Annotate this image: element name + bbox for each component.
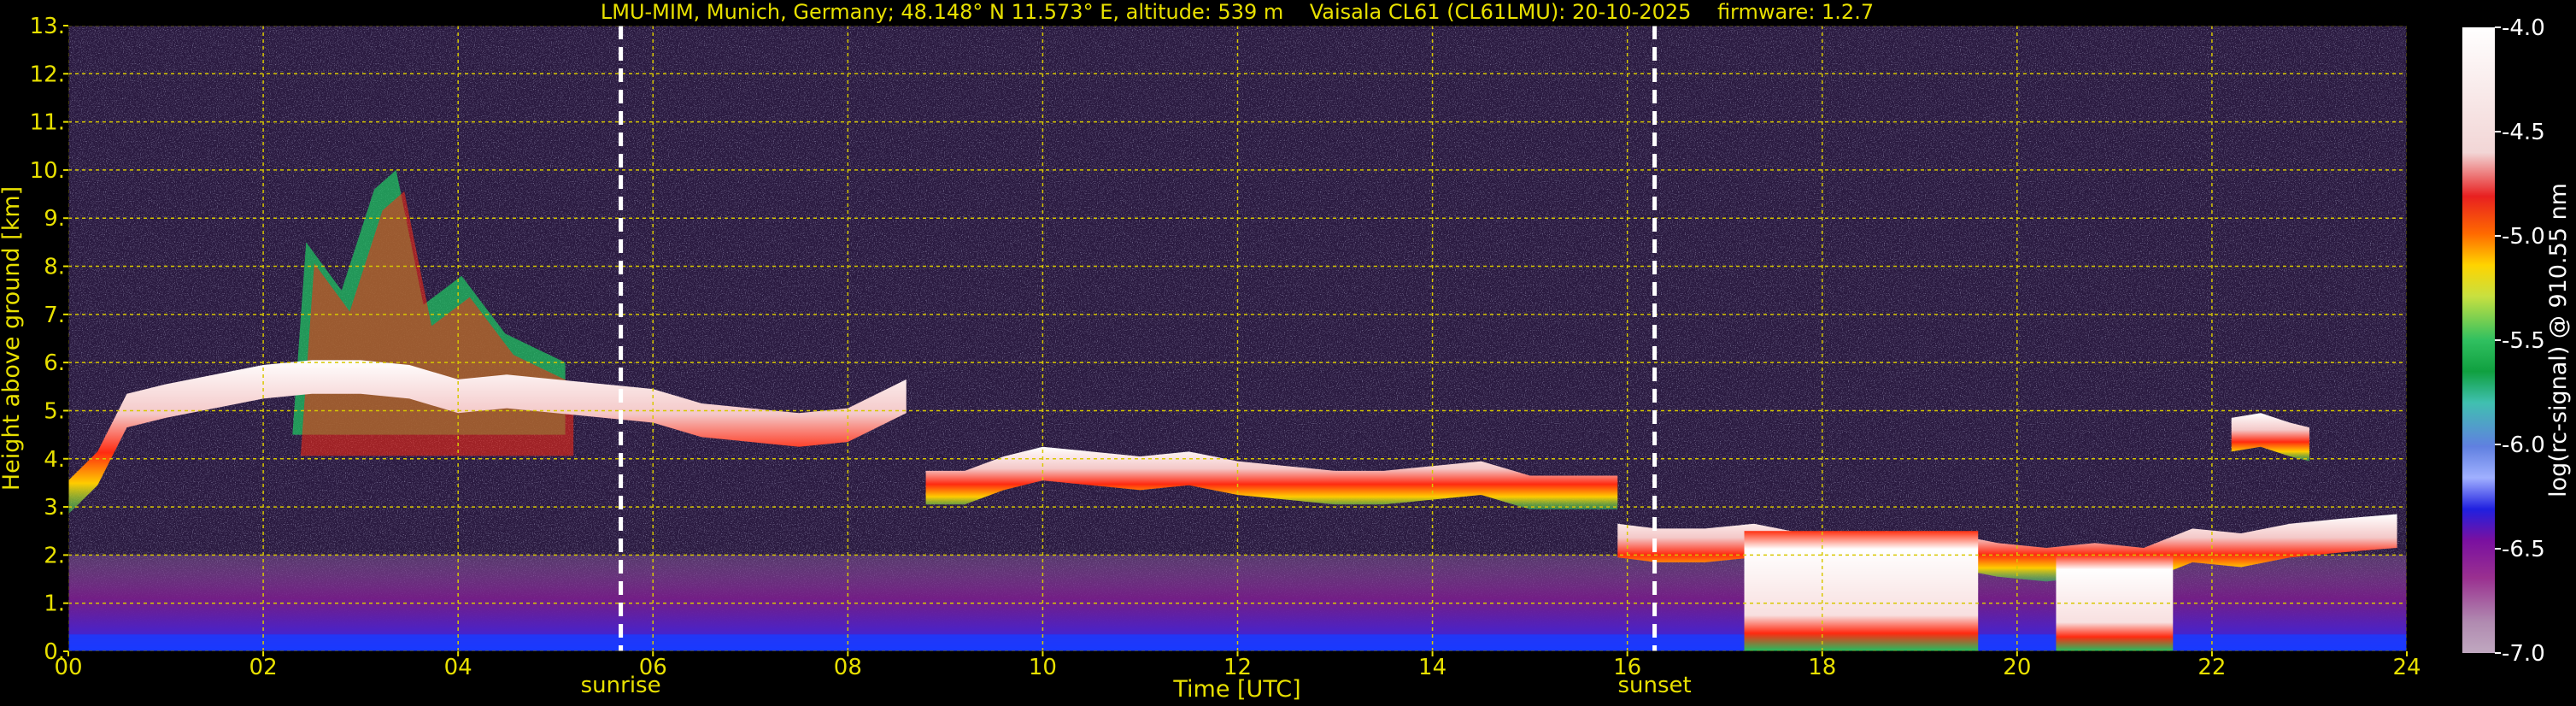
x-tick-label: 24 [2392,655,2421,680]
colorbar: -4.0 -4.5 -5.0 -5.5 -6.0 -6.5 -7.0 log(rc-sign… [2462,15,2572,667]
x-tick-label: 08 [834,655,862,680]
y-tick-label: 9. [44,206,65,232]
colorbar-tick-label: -6.0 [2502,432,2545,458]
y-tick-label: 8. [44,255,65,280]
marker-label: sunset [1617,673,1691,698]
colorbar-tick-label: -4.0 [2502,15,2545,41]
y-tick-label: 3. [44,495,65,521]
y-axis-ticks: 0. 1. 2. 3. 4. 5. 6. 7. 8. 9. 10. 11. 12. 13. [30,14,68,665]
x-tick-label: 14 [1418,655,1446,680]
y-tick-label: 12. [30,62,65,87]
colorbar-label: log(rc-signal) @ 910.55 nm [2545,183,2572,497]
x-tick-label: 10 [1029,655,1057,680]
y-tick-label: 5. [44,398,65,424]
y-tick-label: 7. [44,303,65,328]
x-tick-label: 18 [1808,655,1836,680]
chart-title: LMU-MIM, Munich, Germany; 48.148° N 11.5… [601,0,1874,24]
y-tick-label: 10. [30,158,65,184]
x-axis-label: Time [UTC] [1172,676,1300,703]
y-tick-label: 0. [44,639,65,665]
colorbar-tick-label: -6.5 [2502,537,2545,562]
colorbar-gradient [2462,27,2495,653]
colorbar-tick-label: -5.0 [2502,224,2545,250]
x-tick-label: 02 [249,655,278,680]
y-tick-label: 2. [44,543,65,568]
colorbar-ticks: -4.0 -4.5 -5.0 -5.5 -6.0 -6.5 -7.0 [2495,15,2545,667]
y-axis-label: Height above ground [km] [0,186,25,491]
y-tick-label: 4. [44,447,65,473]
x-tick-label: 22 [2198,655,2226,680]
ceilometer-chart: LMU-MIM, Munich, Germany; 48.148° N 11.5… [0,0,2572,703]
marker-label: sunrise [581,673,661,698]
precipitation-region [1744,531,1979,651]
y-tick-label: 11. [30,110,65,136]
colorbar-tick-label: -7.0 [2502,641,2545,667]
colorbar-tick-label: -5.5 [2502,328,2545,354]
x-tick-label: 20 [2003,655,2031,680]
y-tick-label: 1. [44,591,65,617]
colorbar-tick-label: -4.5 [2502,120,2545,145]
sun-marker-labels: sunrise sunset [581,673,1692,698]
plot-area [68,26,2407,651]
y-tick-label: 13. [30,14,65,39]
y-tick-label: 6. [44,350,65,376]
x-tick-label: 04 [444,655,472,680]
